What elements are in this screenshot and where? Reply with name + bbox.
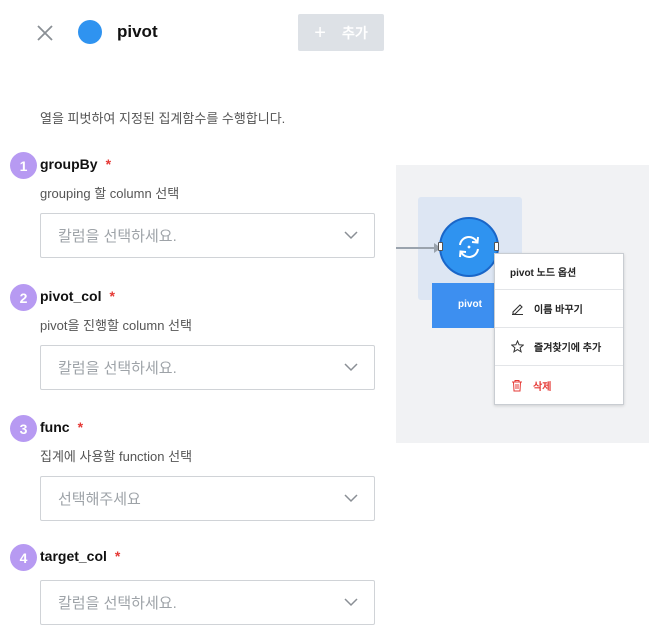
required-mark: *: [105, 156, 112, 172]
close-icon: [37, 25, 53, 41]
field-label: pivot_col *: [40, 288, 115, 304]
chevron-down-icon: [344, 598, 358, 607]
pivot-node: [439, 217, 499, 277]
step-badge: 2: [10, 284, 37, 311]
node-preview-illustration: pivot pivot 노드 옵션 이름 바꾸기 즐겨찾기에 추가 삭제: [396, 165, 649, 443]
menu-item-label: 이름 바꾸기: [534, 305, 583, 316]
add-button[interactable]: + 추가: [298, 14, 384, 51]
target-col-select[interactable]: 칼럼을 선택하세요.: [40, 580, 375, 625]
field-label: groupBy *: [40, 156, 112, 172]
star-icon: [511, 340, 524, 353]
func-select[interactable]: 선택해주세요: [40, 476, 375, 521]
required-mark: *: [77, 419, 84, 435]
favorite-menu-item[interactable]: 즐겨찾기에 추가: [495, 328, 623, 366]
groupby-select[interactable]: 칼럼을 선택하세요.: [40, 213, 375, 258]
node-description: 열을 피벗하여 지정된 집계함수를 수행합니다.: [40, 111, 286, 126]
required-mark: *: [109, 288, 115, 304]
pencil-icon: [512, 304, 523, 315]
close-button[interactable]: [34, 22, 56, 44]
step-badge: 3: [10, 415, 37, 442]
select-placeholder: 칼럼을 선택하세요.: [58, 360, 177, 377]
field-label: target_col *: [40, 548, 121, 564]
select-placeholder: 칼럼을 선택하세요.: [58, 595, 177, 612]
page-title: pivot: [117, 22, 158, 41]
field-hint: grouping 할 column 선택: [40, 186, 180, 201]
field-hint: 집계에 사용할 function 선택: [40, 449, 193, 464]
refresh-icon: [459, 236, 479, 258]
required-mark: *: [114, 548, 121, 564]
rename-menu-item[interactable]: 이름 바꾸기: [495, 290, 623, 328]
menu-item-label: 삭제: [533, 381, 552, 393]
select-placeholder: 칼럼을 선택하세요.: [58, 228, 177, 245]
delete-menu-item[interactable]: 삭제: [495, 366, 623, 404]
output-port: [494, 242, 499, 251]
menu-item-label: 즐겨찾기에 추가: [534, 343, 602, 354]
select-placeholder: 선택해주세요: [58, 491, 141, 508]
field-hint: pivot을 진행할 column 선택: [40, 318, 192, 333]
chevron-down-icon: [344, 494, 358, 503]
field-label: func *: [40, 419, 84, 435]
node-color-dot: [78, 20, 102, 44]
chevron-down-icon: [344, 231, 358, 240]
chevron-down-icon: [344, 363, 358, 372]
context-menu-title: pivot 노드 옵션: [495, 254, 623, 290]
trash-icon: [512, 379, 522, 391]
input-port: [438, 242, 443, 251]
pivot-col-select[interactable]: 칼럼을 선택하세요.: [40, 345, 375, 390]
add-button-label: 추가: [341, 24, 368, 41]
plus-icon: +: [314, 21, 326, 44]
step-badge: 4: [10, 544, 37, 571]
step-badge: 1: [10, 152, 37, 179]
node-context-menu: pivot 노드 옵션 이름 바꾸기 즐겨찾기에 추가 삭제: [494, 253, 624, 405]
